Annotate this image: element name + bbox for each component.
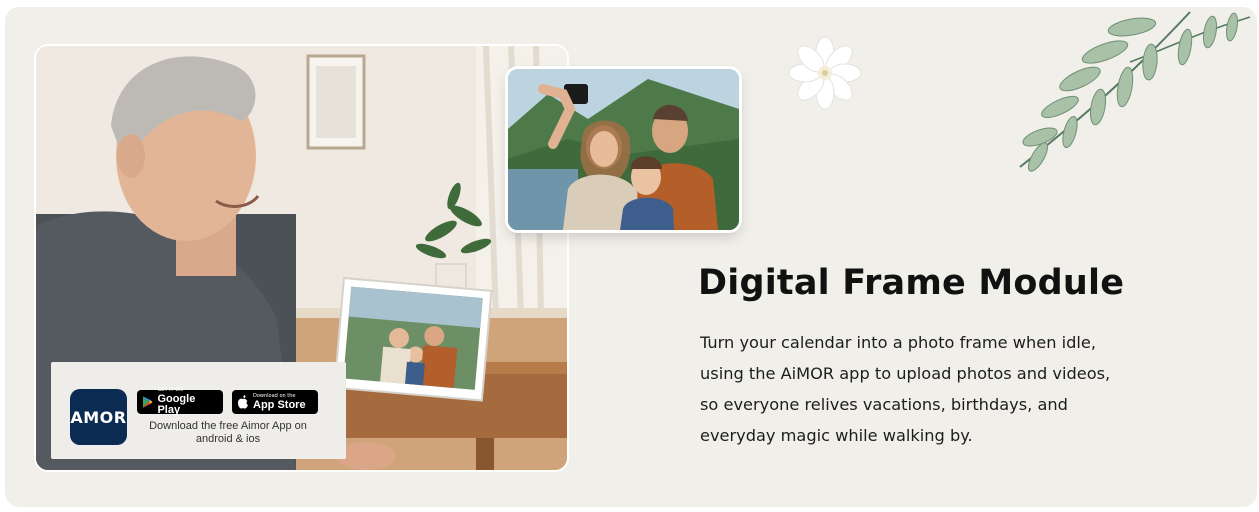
section-description: Turn your calendar into a photo frame wh… bbox=[700, 327, 1220, 451]
leaves-icon bbox=[1019, 11, 1251, 172]
flower-icon bbox=[788, 36, 862, 110]
google-play-button[interactable]: GET IT ON Google Play bbox=[137, 388, 223, 416]
description-line: using the AiMOR app to upload photos and… bbox=[700, 364, 1111, 383]
caption-line-2: android & ios bbox=[195, 433, 261, 445]
app-store-button[interactable]: Download on the App Store bbox=[232, 390, 318, 414]
description-line: so everyone relives vacations, birthdays… bbox=[700, 395, 1068, 414]
app-store-label: App Store bbox=[253, 398, 306, 411]
description-line: everyday magic while walking by. bbox=[700, 426, 973, 445]
google-play-label: Google Play bbox=[157, 393, 196, 416]
section-title: Digital Frame Module bbox=[698, 263, 1125, 303]
google-play-icon bbox=[142, 396, 153, 408]
apple-icon bbox=[238, 395, 248, 409]
app-logo-text: AMOR bbox=[70, 407, 127, 427]
app-download-panel: AMOR GET IT ON Google Play Download on t… bbox=[51, 362, 346, 459]
family-photo bbox=[508, 69, 739, 230]
app-store-small-label: Download on the bbox=[253, 392, 296, 399]
description-line: Turn your calendar into a photo frame wh… bbox=[700, 333, 1096, 352]
caption-line-1: Download the free Aimor App on bbox=[149, 420, 307, 432]
app-download-caption: Download the free Aimor App on android &… bbox=[137, 420, 319, 446]
aimor-app-logo[interactable]: AMOR bbox=[70, 389, 127, 445]
